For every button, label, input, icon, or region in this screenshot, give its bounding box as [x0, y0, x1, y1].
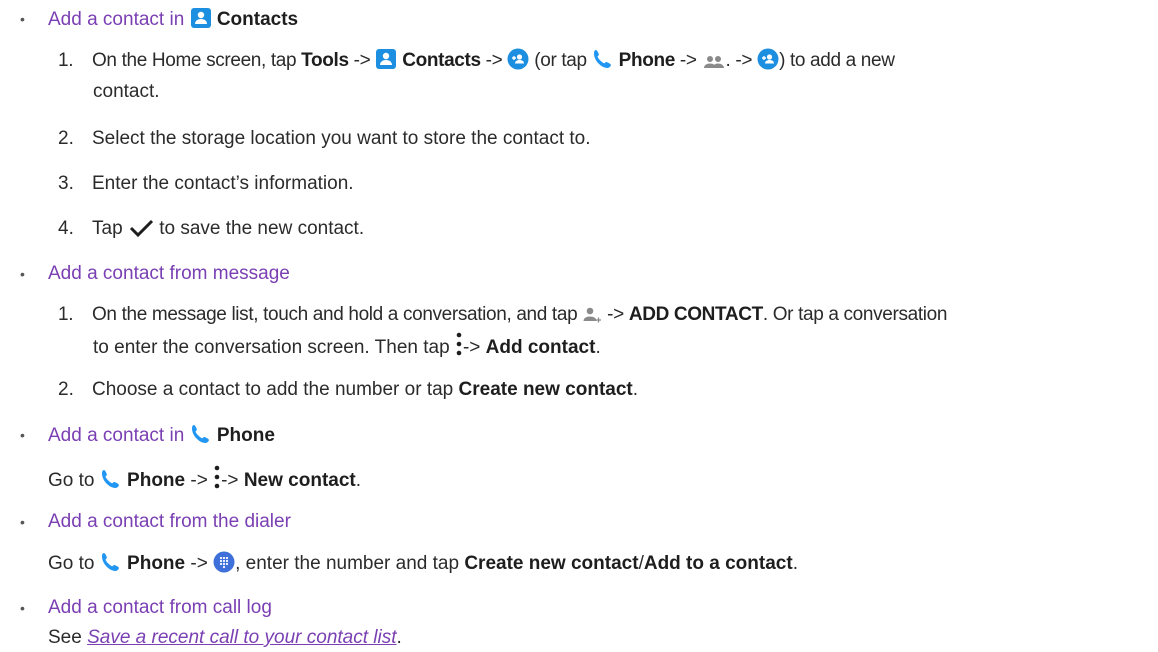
- message-step-2: 2. Choose a contact to add the number or …: [58, 378, 638, 402]
- step-number: 1.: [58, 50, 74, 71]
- step-text: Tap: [92, 218, 123, 239]
- step-text: On the Home screen, tap: [92, 50, 297, 71]
- step-text: Go to: [48, 470, 95, 491]
- punctuation: .: [355, 470, 362, 491]
- contacts-label: Contacts: [402, 50, 481, 71]
- create-new-contact-label: Create new contact: [458, 379, 633, 400]
- section-heading-contacts: Add a contact in Contacts: [48, 7, 298, 36]
- heading-text: Add a contact from message: [48, 263, 290, 284]
- contacts-step-1-cont: contact.: [93, 80, 160, 104]
- step-number: 2.: [58, 128, 74, 149]
- heading-app-name: Contacts: [216, 9, 299, 30]
- heading-app-name: Phone: [216, 425, 275, 446]
- step-text: Choose a contact to add the number or ta…: [92, 379, 454, 400]
- step-text: to save the new contact.: [159, 218, 365, 239]
- section-heading-dialer: Add a contact from the dialer: [48, 510, 291, 534]
- step-number: 4.: [58, 218, 74, 239]
- new-contact-label: New contact: [243, 470, 356, 491]
- add-contact-icon: [757, 48, 779, 77]
- add-contact-label: Add contact: [485, 337, 596, 358]
- punctuation: .: [632, 379, 639, 400]
- overflow-menu-icon: [213, 464, 221, 497]
- add-to-contact-label: Add to a contact: [643, 553, 793, 574]
- contacts-step-4: 4. Tap to save the new contact.: [58, 217, 364, 245]
- step-number: 1.: [58, 304, 74, 325]
- heading-text: Add a contact in: [48, 9, 185, 30]
- section-heading-message: Add a contact from message: [48, 262, 290, 286]
- bullet: •: [20, 11, 25, 27]
- punctuation: .: [595, 337, 601, 358]
- heading-text: Add a contact from call log: [48, 597, 272, 618]
- step-text: ) to add a new: [779, 50, 895, 71]
- add-contact-caps-label: ADD CONTACT: [628, 304, 763, 325]
- section-heading-calllog: Add a contact from call log: [48, 596, 272, 620]
- contacts-step-3: 3. Enter the contact’s information.: [58, 172, 354, 196]
- dialpad-icon: [213, 551, 235, 580]
- section-heading-phone: Add a contact in Phone: [48, 423, 275, 452]
- people-icon: [702, 53, 726, 77]
- tools-label: Tools: [301, 50, 349, 71]
- step-number: 3.: [58, 173, 74, 194]
- step-text: Select the storage location you want to …: [92, 128, 591, 149]
- contacts-app-icon: [190, 7, 212, 36]
- step-text: to enter the conversation screen. Then t…: [93, 337, 450, 358]
- create-new-contact-label: Create new contact: [464, 553, 639, 574]
- phone-app-icon: [100, 468, 122, 497]
- arrow: ->: [462, 337, 481, 358]
- phone-app-icon: [100, 551, 122, 580]
- message-step-1-cont: to enter the conversation screen. Then t…: [93, 331, 601, 364]
- heading-text: Add a contact in: [48, 425, 185, 446]
- add-contact-icon: [507, 48, 529, 77]
- arrow: . ->: [725, 50, 753, 71]
- message-step-1: 1. On the message list, touch and hold a …: [58, 303, 947, 331]
- arrow: ->: [221, 470, 239, 491]
- dialer-instruction: Go to Phone -> , enter the number and ta…: [48, 551, 798, 580]
- bullet: •: [20, 266, 25, 282]
- step-text: On the message list, touch and hold a co…: [92, 304, 578, 325]
- bullet: •: [20, 514, 25, 530]
- arrow: ->: [485, 50, 503, 71]
- contacts-step-2: 2. Select the storage location you want t…: [58, 127, 591, 151]
- phone-instruction: Go to Phone -> -> New contact.: [48, 464, 361, 497]
- step-number: 2.: [58, 379, 74, 400]
- step-text: , enter the number and tap: [235, 553, 460, 574]
- step-text: (or tap: [534, 50, 587, 71]
- phone-label: Phone: [127, 470, 186, 491]
- checkmark-icon: [128, 218, 154, 245]
- arrow: ->: [607, 304, 624, 325]
- arrow: ->: [190, 553, 208, 574]
- step-text: . Or tap a conversation: [762, 304, 948, 325]
- punctuation: .: [792, 553, 798, 574]
- step-text: Go to: [48, 553, 95, 574]
- step-text: See: [48, 627, 82, 648]
- bullet: •: [20, 427, 25, 443]
- contacts-app-icon: [375, 48, 397, 77]
- document-page: • Add a contact in Contacts 1. On the Hom…: [0, 0, 1158, 652]
- contacts-step-1: 1. On the Home screen, tap Tools -> Conta…: [58, 48, 895, 77]
- save-recent-call-link[interactable]: Save a recent call to your contact list: [87, 627, 396, 648]
- phone-app-icon: [592, 48, 614, 77]
- bullet: •: [20, 600, 25, 616]
- add-person-icon: [582, 306, 602, 331]
- phone-label: Phone: [127, 553, 186, 574]
- punctuation: .: [396, 627, 402, 648]
- calllog-instruction: See Save a recent call to your contact l…: [48, 626, 402, 650]
- step-text: contact.: [93, 81, 160, 102]
- arrow: ->: [679, 50, 697, 71]
- overflow-menu-icon: [455, 331, 463, 364]
- arrow: ->: [353, 50, 371, 71]
- step-text: Enter the contact’s information.: [92, 173, 354, 194]
- arrow: ->: [190, 470, 208, 491]
- heading-text: Add a contact from the dialer: [48, 511, 291, 532]
- phone-label: Phone: [618, 50, 676, 71]
- phone-app-icon: [190, 423, 212, 452]
